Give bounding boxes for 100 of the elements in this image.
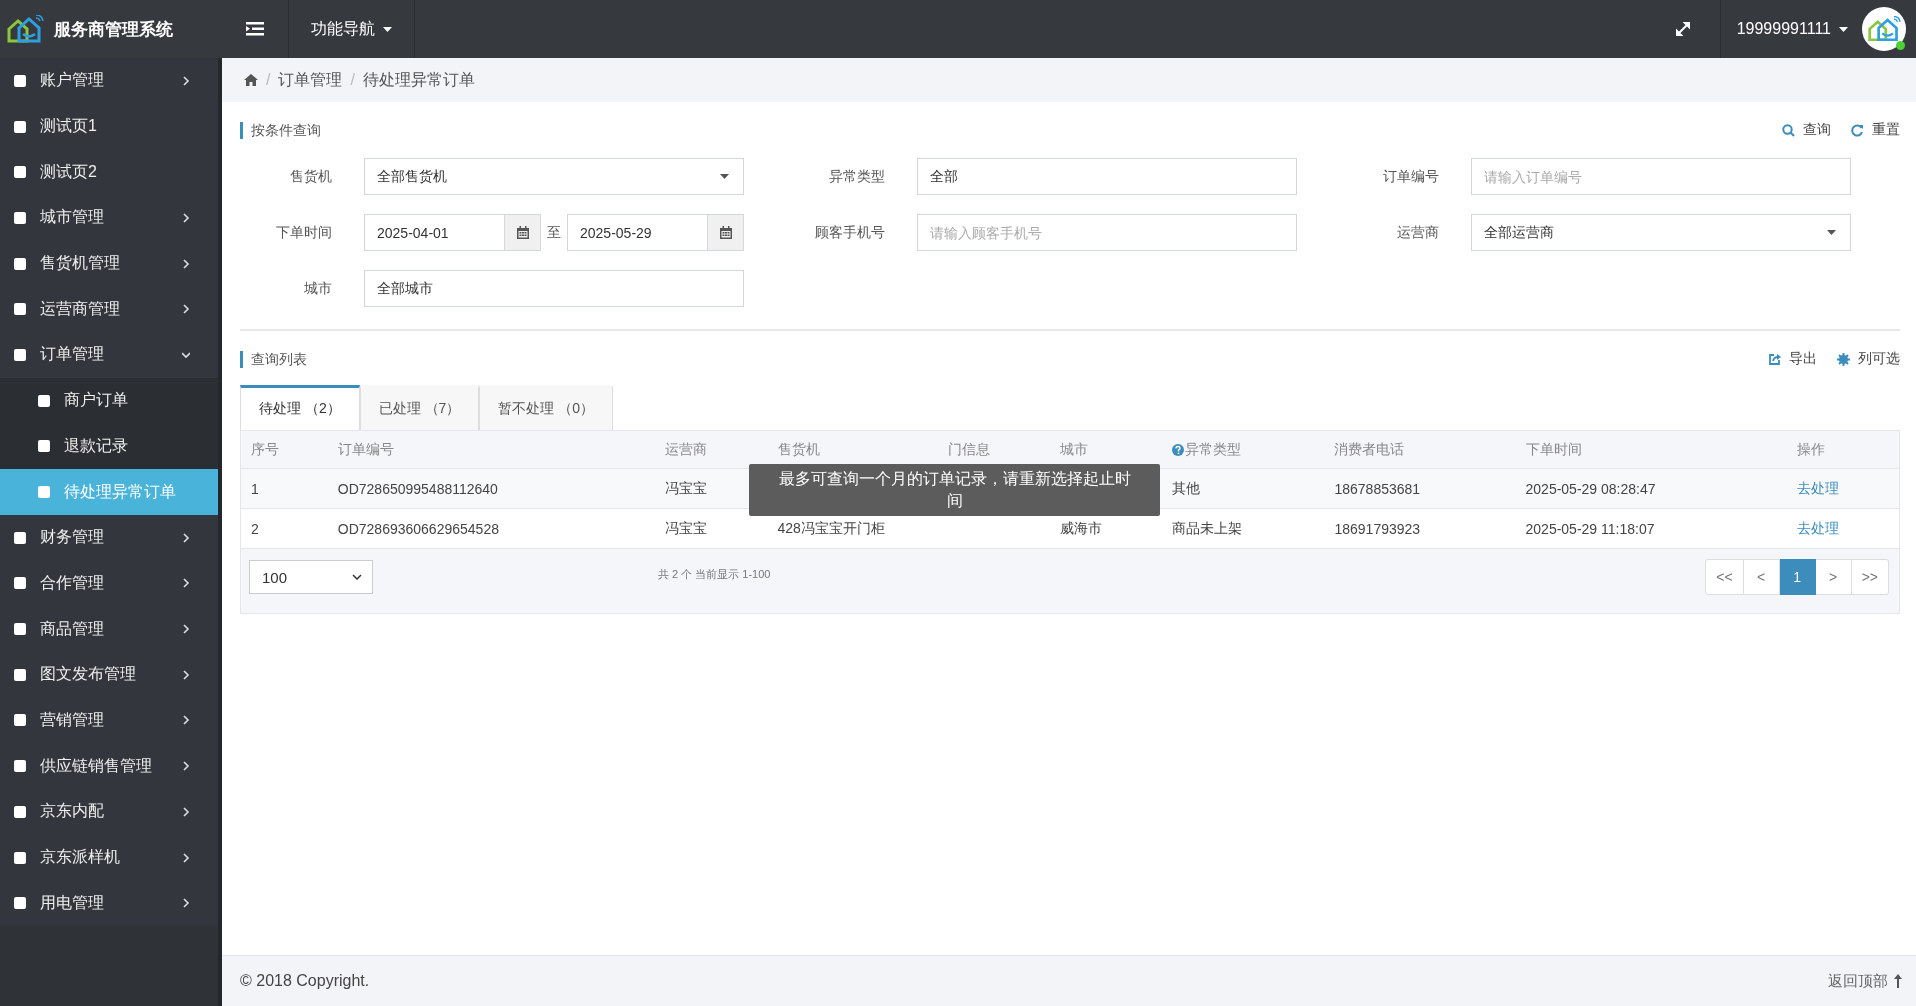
sidebar-item[interactable]: 售货机管理 <box>0 240 218 287</box>
square-icon <box>14 714 26 727</box>
table-cell: 威海市 <box>1059 519 1102 536</box>
table-cell: 2 <box>251 520 259 537</box>
sidebar-item[interactable]: 测试页2 <box>0 149 218 196</box>
sidebar-item[interactable]: 账户管理 <box>0 58 218 104</box>
select-field[interactable]: 全部售货机 <box>364 158 744 195</box>
breadcrumb-item[interactable]: 待处理异常订单 <box>362 69 475 91</box>
column-header: 异常类型 <box>1184 440 1241 459</box>
field-label: 异常类型 <box>828 167 887 186</box>
square-icon <box>38 440 50 453</box>
square-icon <box>14 851 26 864</box>
input-field[interactable]: 请输入顾客手机号 <box>917 214 1298 251</box>
sidebar-item[interactable]: 用电管理 <box>0 880 218 927</box>
table-cell: OD728693606629654528 <box>337 520 499 537</box>
export-button[interactable]: 导出 <box>1768 350 1817 368</box>
field-label: 城市 <box>303 279 333 298</box>
table-cell: 18678853681 <box>1334 480 1421 497</box>
search-icon <box>1782 123 1795 137</box>
field-label: 运营商 <box>1395 223 1440 242</box>
chevron-icon <box>182 303 190 316</box>
tab[interactable]: 暂不处理 （0） <box>479 385 614 430</box>
select-field[interactable]: 全部运营商 <box>1470 214 1851 251</box>
table-cell: 商品未上架 <box>1171 519 1242 536</box>
table-cell: 冯宝宝 <box>665 479 708 496</box>
sidebar-item[interactable]: 营销管理 <box>0 697 218 744</box>
sidebar-item[interactable]: 订单管理 <box>0 332 218 378</box>
gear-icon <box>1837 352 1850 366</box>
breadcrumb-separator: / <box>350 71 355 89</box>
back-to-top-link[interactable]: 返回顶部 <box>1828 971 1902 991</box>
input-field[interactable]: 全部城市 <box>364 270 744 307</box>
date-field[interactable]: 2025-05-29 <box>567 214 708 251</box>
breadcrumb-separator: / <box>266 71 271 89</box>
sidebar-item[interactable]: 合作管理 <box>0 560 218 607</box>
table-cell: 1 <box>251 480 259 497</box>
breadcrumb-item[interactable]: 订单管理 <box>278 69 343 91</box>
calendar-button[interactable] <box>708 214 744 251</box>
square-icon <box>14 897 26 910</box>
square-icon <box>14 303 26 316</box>
export-icon <box>1768 352 1781 366</box>
square-icon <box>14 760 26 773</box>
caret-icon <box>1839 26 1848 32</box>
caret-icon <box>383 26 392 32</box>
input-field[interactable]: 请输入订单编号 <box>1470 158 1851 195</box>
online-dot <box>1896 41 1905 50</box>
page-button[interactable]: > <box>1815 559 1852 595</box>
square-icon <box>14 348 26 361</box>
page-button[interactable]: 1 <box>1779 559 1816 595</box>
column-select-button[interactable]: 列可选 <box>1837 350 1900 368</box>
caret-icon <box>720 174 729 179</box>
sidebar-item[interactable]: 供应链销售管理 <box>0 743 218 789</box>
reset-button[interactable]: 重置 <box>1851 121 1900 139</box>
table-cell: 2025-05-29 08:28:47 <box>1525 480 1656 497</box>
process-link[interactable]: 去处理 <box>1796 519 1839 536</box>
user-menu-button[interactable]: 19999991111 <box>1720 0 1916 58</box>
sidebar-item[interactable]: 商品管理 <box>0 606 218 652</box>
expand-icon <box>1675 22 1690 36</box>
input-field[interactable]: 全部 <box>917 158 1298 195</box>
section-title: 查询列表 <box>240 350 307 368</box>
square-icon <box>14 623 26 636</box>
chevron-icon <box>182 211 190 224</box>
page-button[interactable]: >> <box>1851 559 1889 595</box>
caret-icon <box>1826 230 1836 235</box>
house-logo-icon <box>1867 16 1901 42</box>
column-header: 操作 <box>1796 440 1825 457</box>
chevron-icon <box>182 74 190 87</box>
table-cell: 冯宝宝 <box>665 519 708 536</box>
column-header: 下单时间 <box>1525 440 1582 457</box>
chevron-icon <box>182 577 190 590</box>
sidebar-item[interactable]: 商户订单 <box>0 377 218 424</box>
tab[interactable]: 待处理 （2） <box>240 385 360 430</box>
page-summary: 共 2 个 当前显示 1-100 <box>658 566 772 582</box>
table-cell: OD728650995488112640 <box>337 480 498 497</box>
sidebar-item[interactable]: 城市管理 <box>0 195 218 241</box>
sidebar-item[interactable]: 京东派样机 <box>0 834 218 881</box>
square-icon <box>14 120 26 133</box>
square-icon <box>38 394 50 407</box>
sidebar-item[interactable]: 测试页1 <box>0 103 218 150</box>
chevron-icon <box>182 714 190 727</box>
page-size-select[interactable]: 100 <box>249 560 373 594</box>
chevron-icon <box>182 851 190 864</box>
process-link[interactable]: 去处理 <box>1796 479 1839 496</box>
calendar-button[interactable] <box>505 214 541 251</box>
chevron-icon <box>182 668 190 681</box>
column-header: 运营商 <box>665 440 708 457</box>
tab[interactable]: 已处理 （7） <box>359 385 480 430</box>
sidebar-item[interactable]: 图文发布管理 <box>0 651 218 698</box>
avatar[interactable] <box>1862 7 1906 51</box>
page-button[interactable]: << <box>1705 559 1744 595</box>
sidebar-item[interactable]: 退款记录 <box>0 423 218 470</box>
sidebar-item[interactable]: 京东内配 <box>0 789 218 835</box>
page-button[interactable]: < <box>1743 559 1780 595</box>
chevron-icon <box>182 257 190 270</box>
arrow-up-icon <box>1894 974 1902 988</box>
date-field[interactable]: 2025-04-01 <box>364 214 505 251</box>
sidebar-item[interactable]: 运营商管理 <box>0 286 218 333</box>
search-button[interactable]: 查询 <box>1782 121 1831 139</box>
sidebar-item[interactable]: 财务管理 <box>0 514 218 561</box>
square-icon <box>14 577 26 590</box>
field-label: 顾客手机号 <box>814 223 887 242</box>
